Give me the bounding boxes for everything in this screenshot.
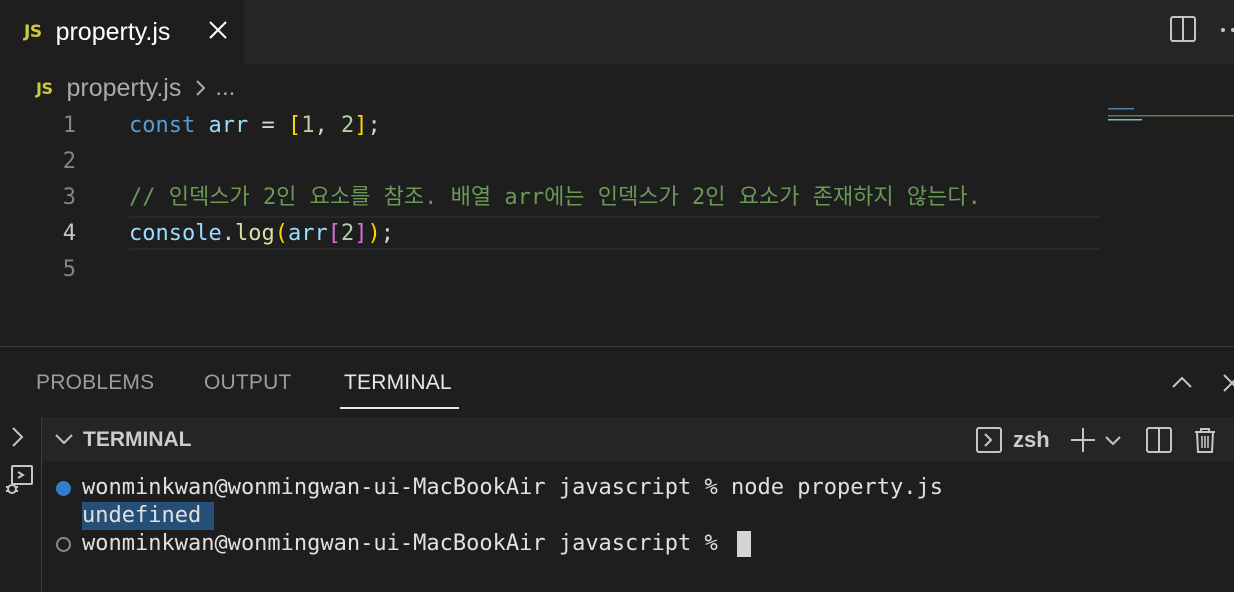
command-success-icon[interactable] [56, 481, 71, 496]
breadcrumb-file[interactable]: property.js [66, 74, 181, 103]
chevron-up-icon[interactable] [1168, 369, 1196, 397]
variable: arr [208, 113, 249, 138]
line-number: 4 [62, 221, 76, 246]
terminal-cursor [737, 531, 752, 557]
terminal-output-line: undefined [82, 502, 215, 530]
js-file-icon: JS [24, 22, 42, 42]
code-line: 5 [0, 252, 1234, 288]
number: 2 [340, 113, 355, 138]
chevron-down-icon[interactable] [52, 427, 76, 451]
terminal-prompt-line: wonminkwan@wonmingwan-ui-MacBookAir java… [82, 475, 943, 500]
punctuation: ; [367, 113, 381, 138]
bottom-panel: PROBLEMS OUTPUT TERMINAL TERMINAL zsh wo… [0, 347, 1234, 592]
tab-property-js[interactable]: JS property.js [0, 0, 244, 64]
debug-console-icon[interactable] [2, 463, 36, 497]
split-terminal-icon[interactable] [1144, 425, 1174, 455]
more-icon[interactable] [1214, 14, 1234, 44]
code-line: 3 // 인덱스가 2인 요소를 참조. 배열 arr에는 인덱스가 2인 요소… [0, 180, 1234, 216]
code-line: 2 [0, 144, 1234, 180]
line-number: 3 [62, 185, 76, 210]
code-line: 1 const arr = [1, 2]; [0, 108, 1234, 144]
close-icon[interactable] [204, 16, 232, 44]
bracket: [ [287, 113, 302, 138]
terminal-section-title[interactable]: TERMINAL [83, 428, 192, 452]
breadcrumb-symbols[interactable]: ... [215, 74, 235, 102]
chevron-right-icon[interactable] [4, 423, 32, 451]
number: 1 [301, 113, 315, 138]
bracket: ] [354, 113, 368, 138]
prompt-text: wonminkwan@wonmingwan-ui-MacBookAir java… [82, 531, 732, 556]
chevron-down-icon[interactable] [1102, 429, 1124, 451]
line-number: 1 [62, 113, 76, 138]
terminal-prompt-line: wonminkwan@wonmingwan-ui-MacBookAir java… [82, 530, 752, 558]
split-editor-icon[interactable] [1168, 14, 1198, 44]
tab-terminal[interactable]: TERMINAL [344, 371, 452, 395]
command-pending-icon[interactable] [56, 537, 71, 552]
code-text: const arr = [1, 2]; [129, 108, 381, 144]
minimap[interactable] [1108, 106, 1234, 130]
shell-name[interactable]: zsh [1013, 427, 1050, 453]
active-tab-indicator [340, 407, 459, 409]
tab-title: property.js [55, 17, 171, 46]
keyword: const [129, 113, 196, 138]
current-line-highlight [129, 216, 1101, 250]
editor-tab-bar: JS property.js [0, 0, 1234, 64]
chevron-right-icon [196, 80, 206, 96]
tab-output[interactable]: OUTPUT [204, 371, 292, 395]
terminal-header: TERMINAL zsh [42, 417, 1234, 461]
trash-icon[interactable] [1190, 425, 1220, 455]
terminal-icon[interactable] [974, 425, 1004, 455]
js-file-icon: JS [36, 78, 53, 98]
line-number: 5 [62, 257, 76, 282]
plus-icon[interactable] [1068, 425, 1098, 455]
tab-problems[interactable]: PROBLEMS [36, 371, 154, 395]
line-number: 2 [62, 149, 76, 174]
comment-text: // 인덱스가 2인 요소를 참조. 배열 arr에는 인덱스가 2인 요소가 … [129, 185, 981, 210]
operator: = [248, 113, 288, 138]
terminal-output[interactable]: wonminkwan@wonmingwan-ui-MacBookAir java… [42, 461, 1234, 592]
punctuation: , [314, 113, 341, 138]
terminal-side-strip [0, 417, 42, 592]
close-icon[interactable] [1218, 369, 1234, 397]
breadcrumb: JS property.js ... [36, 70, 235, 106]
